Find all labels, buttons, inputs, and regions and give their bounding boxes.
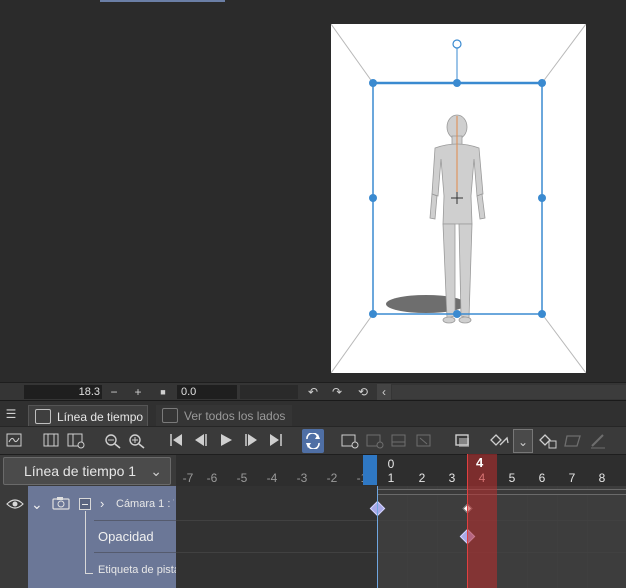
tab-timeline-label: Línea de tiempo (57, 410, 144, 424)
ruler-tick: 3 (448, 471, 456, 485)
row-divider (94, 520, 176, 521)
camera-frame-icon[interactable] (452, 429, 474, 453)
timeline-icon (35, 409, 51, 424)
ruler-tick: -3 (296, 471, 308, 485)
go-last-icon[interactable] (265, 429, 287, 453)
zoom-out-button[interactable]: − (107, 384, 121, 400)
delete-keyframe-icon[interactable] (537, 429, 559, 453)
start-frame-marker[interactable] (363, 455, 377, 485)
chevron-right-icon[interactable]: › (100, 496, 104, 511)
zoom-reset-button[interactable]: ■ (156, 384, 170, 400)
ruler-tick: 7 (568, 471, 576, 485)
grid-line (527, 486, 528, 588)
playhead-frame-number: 4 (476, 455, 484, 470)
grid-line (557, 486, 558, 588)
tab-all-sides-label: Ver todos los lados (184, 409, 286, 423)
zoom-out-icon[interactable] (102, 429, 124, 453)
opacity-track-label[interactable]: Opacidad (98, 529, 154, 544)
rotation-reset-button[interactable]: ⟲ (356, 384, 370, 400)
step-forward-icon[interactable] (240, 429, 262, 453)
timeline-selector-label: Línea de tiempo 1 (24, 463, 137, 479)
grid-line (437, 486, 438, 588)
track-tag-label[interactable]: Etiqueta de pista (98, 564, 176, 576)
ruler-tick: -2 (326, 471, 338, 485)
camera-icon (162, 408, 178, 423)
grid-line (587, 486, 588, 588)
playhead[interactable]: 4 (467, 454, 497, 588)
panel-menu-icon[interactable]: ☰ (4, 406, 18, 422)
timeline-header: Línea de tiempo 1 ⌄ -7 -6 -5 -4 -3 -2 -1… (0, 454, 626, 487)
frame-view-icon[interactable] (40, 429, 62, 453)
chevron-down-icon: ⌄ (150, 463, 162, 479)
zoom-value[interactable]: 18.3 (70, 385, 100, 399)
step-back-icon[interactable] (190, 429, 212, 453)
zoom-in-icon[interactable] (126, 429, 148, 453)
ruler-tick: -6 (206, 471, 218, 485)
frame-ruler[interactable]: -7 -6 -5 -4 -3 -2 -1 0 1 2 3 4 5 6 7 8 (176, 455, 626, 487)
ruler-tick: 2 (418, 471, 426, 485)
camera-frame-overlay (331, 24, 586, 373)
keyframe-edit-icon (389, 429, 411, 453)
eye-icon[interactable] (6, 498, 24, 513)
zoom-in-button[interactable]: + (131, 384, 145, 400)
frame-add-icon[interactable] (65, 429, 87, 453)
tree-connector (85, 511, 86, 573)
ruler-tick: -5 (236, 471, 248, 485)
row-divider (94, 552, 176, 553)
play-icon[interactable] (215, 429, 237, 453)
ruler-tick: 1 (387, 471, 395, 485)
rotate-right-button[interactable]: ↷ (330, 384, 344, 400)
timeline-settings-icon[interactable] (3, 429, 25, 453)
timeline-selector[interactable]: Línea de tiempo 1 ⌄ (3, 457, 171, 485)
chevron-down-icon[interactable]: ⌄ (31, 496, 43, 513)
start-frame-line (377, 486, 378, 588)
keyframe-add-icon (364, 429, 386, 453)
rotation-slider[interactable] (240, 385, 298, 399)
interpolation-dropdown[interactable]: ⌄ (513, 429, 533, 453)
ruler-tick: 6 (538, 471, 546, 485)
tree-connector (85, 573, 93, 574)
canvas-paper[interactable] (331, 24, 586, 373)
lightbox-icon (562, 429, 584, 453)
ruler-tick: 8 (598, 471, 606, 485)
row-divider (176, 552, 626, 553)
go-first-icon[interactable] (165, 429, 187, 453)
collapse-button[interactable]: ‹ (377, 384, 391, 400)
row-divider (176, 520, 626, 521)
panel-tab-bar: ☰ Línea de tiempo Ver todos los lados (0, 400, 626, 427)
tab-all-sides[interactable]: Ver todos los lados (156, 405, 292, 427)
camera-track-label[interactable]: Cámara 1 : T (116, 498, 174, 510)
pen-icon (587, 429, 609, 453)
keyframe-delete-icon (414, 429, 436, 453)
camera-icon (52, 496, 70, 513)
ruler-tick: -7 (182, 471, 194, 485)
tab-timeline[interactable]: Línea de tiempo (28, 405, 148, 427)
track-grid-active-range[interactable] (377, 486, 626, 588)
track-collapse-toggle[interactable] (79, 498, 91, 510)
ruler-start-frame: 0 (387, 457, 395, 471)
view-slider-bar: 18.3 − + ■ 0.0 ↶ ↷ ⟲ ‹ (0, 382, 626, 400)
new-cel-icon[interactable] (339, 429, 361, 453)
camera-clip-bar[interactable] (377, 489, 626, 495)
canvas-tab-indicator (100, 0, 225, 2)
loop-icon[interactable] (302, 429, 324, 453)
ruler-tick: -4 (266, 471, 278, 485)
ruler-tick: 5 (508, 471, 516, 485)
grid-line (407, 486, 408, 588)
rotation-value: 0.0 (181, 386, 197, 398)
interpolation-icon[interactable] (489, 429, 511, 453)
playhead-line (467, 454, 468, 588)
timeline-toolbar: ⌄ (0, 426, 626, 454)
status-area (392, 385, 626, 399)
timeline-tracks: ⌄ › Cámara 1 : T Opacidad Etiqueta de pi… (0, 486, 626, 588)
rotate-left-button[interactable]: ↶ (306, 384, 320, 400)
